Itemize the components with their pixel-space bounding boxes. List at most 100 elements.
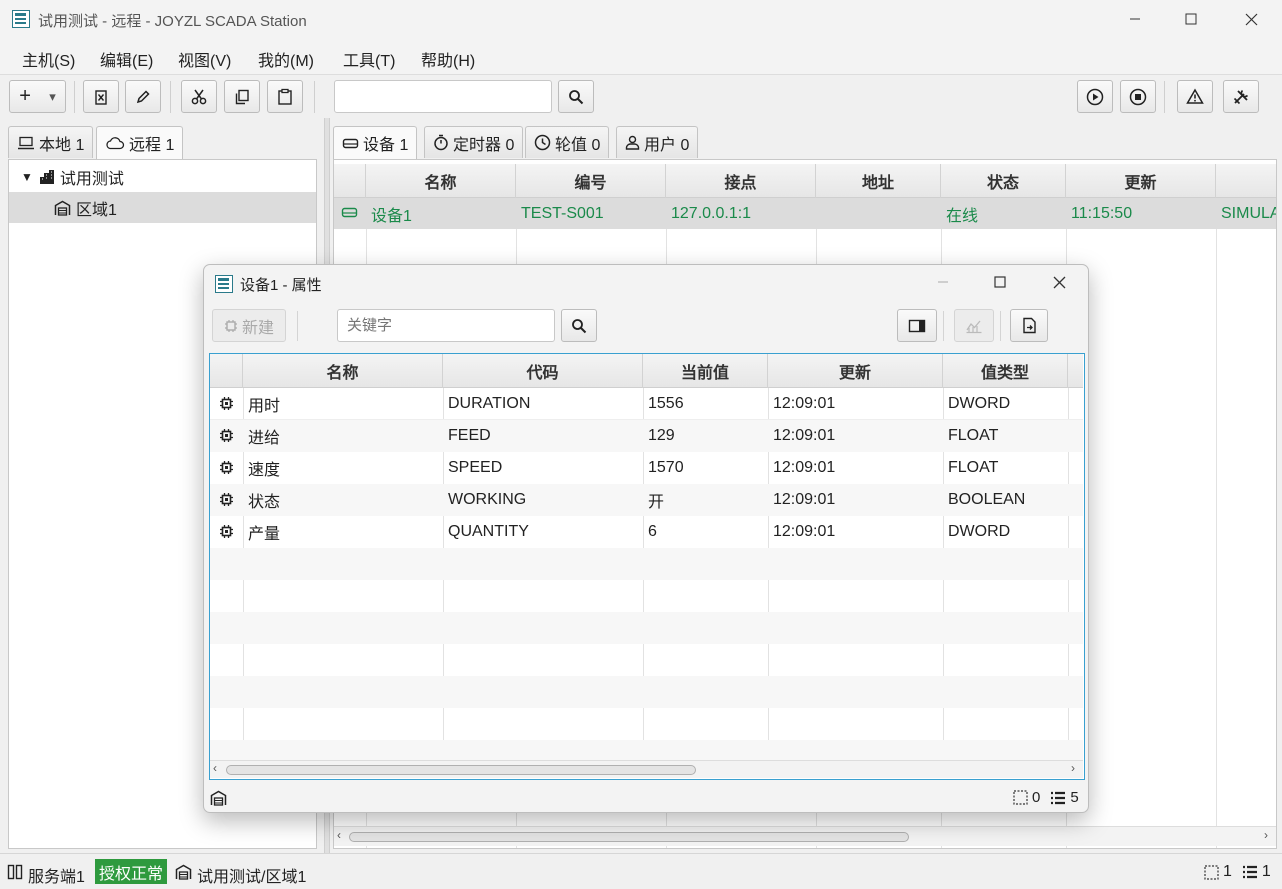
toolbar-separator xyxy=(943,311,944,341)
expand-arrow-icon[interactable]: ▼ xyxy=(21,170,33,184)
chart-button[interactable] xyxy=(954,309,994,342)
scroll-left-icon[interactable]: ‹ xyxy=(213,761,217,775)
title-bar: 试用测试 - 远程 - JOYZL SCADA Station xyxy=(0,0,1282,38)
server-icon xyxy=(7,864,23,880)
new-button-label: 新建 xyxy=(241,319,274,337)
add-button[interactable]: + ▾ xyxy=(9,80,66,113)
tab-timers[interactable]: 定时器 0 xyxy=(424,126,524,158)
menu-edit[interactable]: 编辑(E) xyxy=(100,47,153,71)
device-updated: 11:15:50 xyxy=(1071,204,1133,222)
status-bar: 服务端1 授权正常 试用测试/区域1 1 1 xyxy=(0,853,1282,889)
table-row[interactable]: 设备1 TEST-S001 127.0.0.1:1 在线 11:15:50 SI… xyxy=(334,198,1276,229)
col-status[interactable]: 状态 xyxy=(941,164,1066,198)
toolbar-separator xyxy=(314,81,315,113)
current-path: 试用测试/区域1 xyxy=(197,869,307,886)
close-button[interactable] xyxy=(1228,0,1274,38)
menu-host[interactable]: 主机(S) xyxy=(22,47,75,71)
tree-root[interactable]: ▼ 试用测试 xyxy=(9,162,316,192)
chip-icon xyxy=(220,429,233,442)
search-input[interactable] xyxy=(334,80,552,113)
scrollbar-thumb[interactable] xyxy=(349,832,909,842)
tab-users[interactable]: 用户 0 xyxy=(616,126,699,158)
license-badge: 授权正常 xyxy=(95,859,168,884)
menu-view[interactable]: 视图(V) xyxy=(178,47,231,71)
stop-button[interactable] xyxy=(1120,80,1156,113)
tab-remote[interactable]: 远程 1 xyxy=(96,126,184,159)
table-row[interactable]: 速度 SPEED 1570 12:09:01 FLOAT xyxy=(210,452,1083,484)
horizontal-scrollbar[interactable]: ‹ › xyxy=(334,826,1276,846)
keyword-input[interactable] xyxy=(337,309,555,342)
prop-name: 进给 xyxy=(248,430,281,447)
table-row[interactable]: 进给 FEED 129 12:09:01 FLOAT xyxy=(210,420,1083,452)
dialog-title: 设备1 - 属性 xyxy=(240,277,322,294)
col-code[interactable]: 编号 xyxy=(516,164,666,198)
scroll-right-icon[interactable]: › xyxy=(1071,761,1075,775)
dialog-close-button[interactable] xyxy=(1047,272,1071,292)
prop-value: 1570 xyxy=(648,459,684,476)
col-endpoint[interactable]: 接点 xyxy=(666,164,816,198)
tab-rotation[interactable]: 轮值 0 xyxy=(525,126,610,158)
tab-local[interactable]: 本地 1 xyxy=(8,126,94,158)
delete-button[interactable] xyxy=(83,80,119,113)
export-button[interactable] xyxy=(1010,309,1048,342)
table-row[interactable]: 状态 WORKING 开 12:09:01 BOOLEAN xyxy=(210,484,1083,516)
empty-row xyxy=(210,676,1083,708)
tools-button[interactable] xyxy=(1223,80,1259,113)
cut-button[interactable] xyxy=(181,80,217,113)
col-prop-updated[interactable]: 更新 xyxy=(768,354,943,388)
device-endpoint: 127.0.0.1:1 xyxy=(671,204,752,222)
menu-tools[interactable]: 工具(T) xyxy=(343,47,395,71)
search-button[interactable] xyxy=(558,80,594,113)
window-title: 试用测试 - 远程 - JOYZL SCADA Station xyxy=(38,13,307,30)
warehouse-icon xyxy=(175,864,192,880)
dialog-status-counts: 0 5 xyxy=(1013,789,1079,806)
prop-updated: 12:09:01 xyxy=(773,523,836,540)
table-row[interactable]: 用时 DURATION 1556 12:09:01 DWORD xyxy=(210,388,1083,420)
timer-icon xyxy=(434,134,448,151)
tree-item-label: 区域1 xyxy=(76,201,117,219)
col-address[interactable]: 地址 xyxy=(816,164,941,198)
scroll-left-icon[interactable]: ‹ xyxy=(337,828,341,842)
start-button[interactable] xyxy=(1077,80,1113,113)
menu-help[interactable]: 帮助(H) xyxy=(421,47,475,71)
menu-mine[interactable]: 我的(M) xyxy=(258,47,314,71)
prop-type: BOOLEAN xyxy=(948,491,1026,508)
prop-updated: 12:09:01 xyxy=(773,395,836,412)
stop-circle-icon xyxy=(1129,88,1147,105)
minimize-button[interactable] xyxy=(1112,0,1158,38)
clock-icon xyxy=(534,134,551,151)
edit-button[interactable] xyxy=(125,80,161,113)
toolbar-separator xyxy=(170,81,171,113)
chart-icon xyxy=(966,320,982,333)
scroll-right-icon[interactable]: › xyxy=(1264,828,1268,842)
col-prop-type[interactable]: 值类型 xyxy=(943,354,1068,388)
new-button[interactable]: 新建 xyxy=(212,309,286,342)
dialog-maximize-button[interactable] xyxy=(988,272,1012,292)
delete-icon xyxy=(95,89,107,105)
horizontal-scrollbar[interactable]: ‹ › xyxy=(210,760,1083,778)
tree-root-label: 试用测试 xyxy=(59,171,124,188)
scrollbar-thumb[interactable] xyxy=(226,765,696,775)
col-prop-name[interactable]: 名称 xyxy=(243,354,443,388)
dialog-search-button[interactable] xyxy=(561,309,597,342)
play-circle-icon xyxy=(1086,88,1104,105)
copy-button[interactable] xyxy=(224,80,260,113)
col-prop-code[interactable]: 代码 xyxy=(443,354,643,388)
tab-devices[interactable]: 设备 1 xyxy=(333,126,418,159)
col-updated[interactable]: 更新 xyxy=(1066,164,1216,198)
prop-name: 用时 xyxy=(248,398,281,415)
col-name[interactable]: 名称 xyxy=(366,164,516,198)
paste-button[interactable] xyxy=(267,80,303,113)
alarm-button[interactable] xyxy=(1177,80,1213,113)
row-header-column xyxy=(210,354,243,388)
warehouse-icon xyxy=(210,790,227,806)
tree-item-area[interactable]: 区域1 xyxy=(9,192,316,223)
maximize-button[interactable] xyxy=(1168,0,1214,38)
panel-toggle-button[interactable] xyxy=(897,309,937,342)
col-prop-value[interactable]: 当前值 xyxy=(643,354,768,388)
properties-table: 名称 代码 当前值 更新 值类型 用时 DURATION 1556 12:09:… xyxy=(209,353,1085,780)
device-icon xyxy=(342,138,359,149)
dialog-minimize-button[interactable] xyxy=(931,272,955,292)
grid-line xyxy=(1216,198,1217,848)
table-row[interactable]: 产量 QUANTITY 6 12:09:01 DWORD xyxy=(210,516,1083,548)
